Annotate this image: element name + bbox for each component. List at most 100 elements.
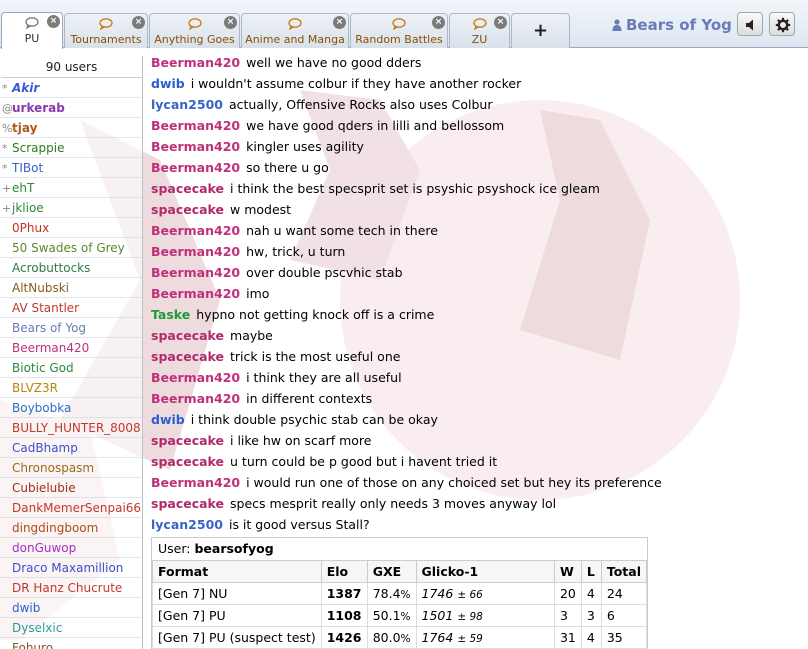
speaker-icon <box>746 19 753 31</box>
user-list-item[interactable]: Beerman420 <box>0 338 142 358</box>
message-author[interactable]: Beerman420 <box>151 286 240 301</box>
chat-message: spacecake i think the best specsprit set … <box>151 178 801 199</box>
message-author[interactable]: Beerman420 <box>151 160 240 175</box>
message-text: nah u want some tech in there <box>246 223 438 238</box>
user-list-item[interactable]: donGuwop <box>0 538 142 558</box>
user-list-item[interactable]: 0Phux <box>0 218 142 238</box>
user-list-item[interactable]: Draco Maxamillion <box>0 558 142 578</box>
user-list-item[interactable]: 50 Swades of Grey <box>0 238 142 258</box>
user-list-item[interactable]: %tjay <box>0 118 142 138</box>
user-name: Chronospasm <box>12 461 95 475</box>
user-list-item[interactable]: @urkerab <box>0 98 142 118</box>
user-list-item[interactable]: Boybobka <box>0 398 142 418</box>
user-name: Bears of Yog <box>12 321 87 335</box>
message-author[interactable]: dwib <box>151 412 185 427</box>
tab-pu[interactable]: PU × <box>1 12 63 49</box>
tab-tournaments[interactable]: Tournaments × <box>64 13 148 48</box>
message-author[interactable]: lycan2500 <box>151 517 223 532</box>
chat-message: lycan2500 is it good versus Stall? <box>151 514 801 535</box>
rating-format: [Gen 7] PU (suspect test) <box>152 626 322 649</box>
close-tab-icon[interactable]: × <box>224 16 237 29</box>
message-author[interactable]: Beerman420 <box>151 370 240 385</box>
user-list-item[interactable]: Acrobuttocks <box>0 258 142 278</box>
user-list-item[interactable]: * Akir <box>0 78 142 98</box>
message-author[interactable]: Beerman420 <box>151 391 240 406</box>
message-text: i like hw on scarf more <box>230 433 372 448</box>
user-list-item[interactable]: +ehT <box>0 178 142 198</box>
tab-random-battles[interactable]: Random Battles × <box>350 13 448 48</box>
message-author[interactable]: dwib <box>151 76 185 91</box>
message-author[interactable]: Beerman420 <box>151 139 240 154</box>
chat-message: spacecake w modest <box>151 199 801 220</box>
user-list-item[interactable]: BULLY_HUNTER_8008 <box>0 418 142 438</box>
user-list-item[interactable]: BLVZ3R <box>0 378 142 398</box>
tab-label: Random Battles <box>355 33 443 46</box>
user-list-item[interactable]: AV Stantler <box>0 298 142 318</box>
user-name: Biotic God <box>12 361 74 375</box>
rating-rows: [Gen 7] NU 1387 78.4% 1746 ± 66 20 4 24 [Gen 7]… <box>152 582 648 649</box>
message-text: u turn could be p good but i havent trie… <box>230 454 498 469</box>
message-author[interactable]: lycan2500 <box>151 97 223 112</box>
user-list-item[interactable]: Chronospasm <box>0 458 142 478</box>
user-rank: * <box>2 82 8 95</box>
current-username: Bears of Yog <box>626 16 732 34</box>
message-author[interactable]: spacecake <box>151 433 224 448</box>
message-author[interactable]: Beerman420 <box>151 118 240 133</box>
user-list-item[interactable]: DR Hanz Chucrute <box>0 578 142 598</box>
glicko-value: 1501 <box>421 608 454 623</box>
user-name: CadBhamp <box>12 441 78 455</box>
user-list-item[interactable]: DankMemerSenpai666 <box>0 498 142 518</box>
user-name: Scrappie <box>12 141 65 155</box>
close-tab-icon[interactable]: × <box>47 15 60 28</box>
header-wins: W <box>553 560 582 583</box>
message-text: i think double psychic stab can be okay <box>190 412 438 427</box>
user-list-item[interactable]: +jklioe <box>0 198 142 218</box>
tab-anime-and-manga[interactable]: Anime and Manga × <box>241 13 349 48</box>
user-list-item[interactable]: Dyselxic <box>0 618 142 638</box>
message-author[interactable]: spacecake <box>151 454 224 469</box>
user-list-item[interactable]: Bears of Yog <box>0 318 142 338</box>
user-list-item[interactable]: Cubielubie <box>0 478 142 498</box>
message-author[interactable]: spacecake <box>151 496 224 511</box>
user-list-item[interactable]: * TIBot <box>0 158 142 178</box>
message-author[interactable]: spacecake <box>151 202 224 217</box>
rating-user-name[interactable]: bearsofyog <box>194 541 273 556</box>
new-tab-button[interactable]: + <box>511 13 570 48</box>
user-list-item[interactable]: dingdingboom <box>0 518 142 538</box>
user-list-item[interactable]: * Scrappie <box>0 138 142 158</box>
glicko-deviation: ± 98 <box>457 611 483 623</box>
close-tab-icon[interactable]: × <box>132 16 145 29</box>
current-user-button[interactable]: Bears of Yog <box>612 16 732 34</box>
message-text: i would run one of those on any choiced … <box>246 475 662 490</box>
user-name: Fohuro <box>12 641 54 649</box>
chat-messages: Beerman420 well we have no good dders dwib… <box>151 52 801 535</box>
user-list-item[interactable]: CadBhamp <box>0 438 142 458</box>
message-author[interactable]: spacecake <box>151 349 224 364</box>
close-tab-icon[interactable]: × <box>432 16 445 29</box>
user-list-item[interactable]: dwib <box>0 598 142 618</box>
message-author[interactable]: Beerman420 <box>151 244 240 259</box>
message-author[interactable]: spacecake <box>151 181 224 196</box>
message-author[interactable]: Taske <box>151 307 190 322</box>
message-text: i think they are all useful <box>246 370 402 385</box>
tab-zu[interactable]: ZU × <box>449 13 510 48</box>
message-author[interactable]: Beerman420 <box>151 475 240 490</box>
rating-wins: 20 <box>553 582 582 605</box>
user-list[interactable]: 90 users * Akir @urkerab %tjay * Scrappie * TIB… <box>0 56 143 649</box>
tab-anything-goes[interactable]: Anything Goes × <box>149 13 240 48</box>
user-list-item[interactable]: AltNubski <box>0 278 142 298</box>
message-author[interactable]: Beerman420 <box>151 55 240 70</box>
message-text: so there u go <box>246 160 329 175</box>
rating-glicko: 1501 ± 98 <box>415 604 555 627</box>
message-author[interactable]: spacecake <box>151 328 224 343</box>
chat-message: Beerman420 kingler uses agility <box>151 136 801 157</box>
user-list-item[interactable]: Fohuro <box>0 638 142 649</box>
close-tab-icon[interactable]: × <box>494 16 507 29</box>
user-list-item[interactable]: Biotic God <box>0 358 142 378</box>
sound-button[interactable] <box>737 12 763 36</box>
message-author[interactable]: Beerman420 <box>151 223 240 238</box>
settings-button[interactable] <box>769 12 795 36</box>
chat-message: spacecake trick is the most useful one <box>151 346 801 367</box>
close-tab-icon[interactable]: × <box>333 16 346 29</box>
message-author[interactable]: Beerman420 <box>151 265 240 280</box>
